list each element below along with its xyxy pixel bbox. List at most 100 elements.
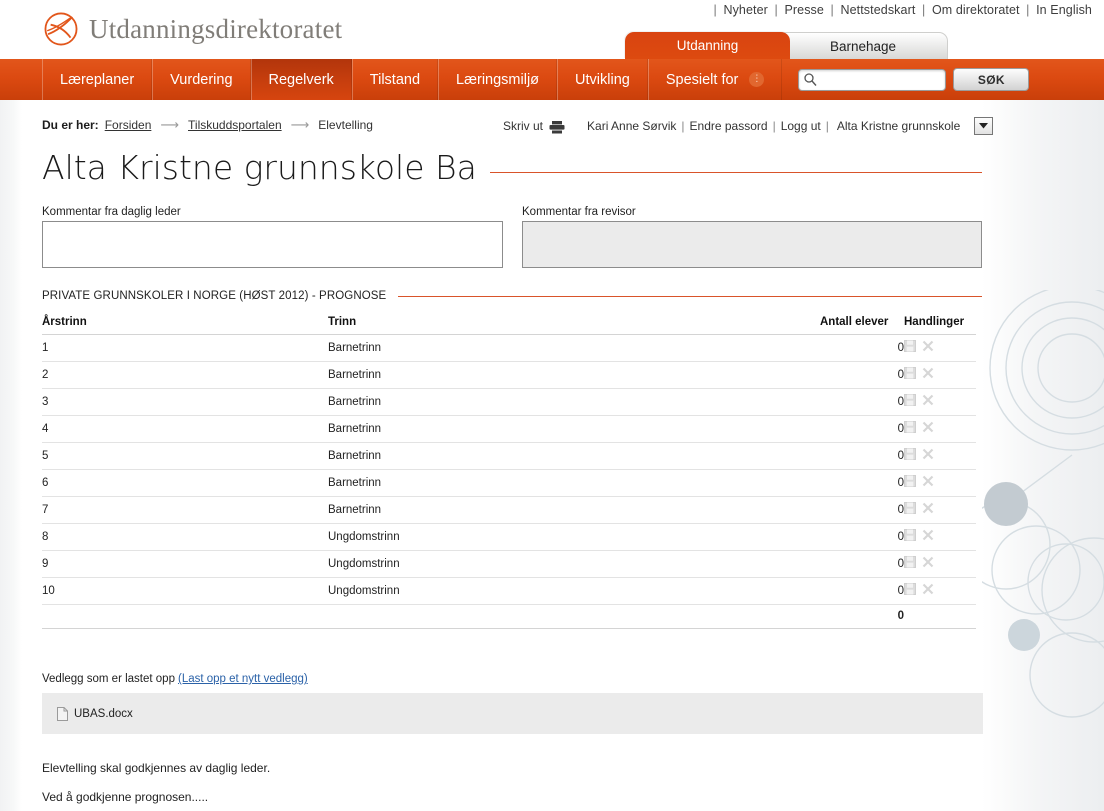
attachments-heading-row: Vedlegg som er lastet opp (Last opp et ny… [42, 673, 982, 685]
print-link[interactable]: Skriv ut [503, 119, 543, 133]
delete-x-icon[interactable] [922, 556, 934, 571]
search-input[interactable] [818, 70, 937, 89]
cell-arstrinn: 5 [42, 442, 328, 471]
delete-x-icon[interactable] [922, 583, 934, 598]
cell-handlinger [904, 577, 976, 606]
delete-x-icon[interactable] [922, 340, 934, 355]
save-floppy-icon[interactable] [904, 367, 916, 382]
account-user-name: Kari Anne Sørvik [587, 119, 677, 133]
delete-x-icon[interactable] [922, 394, 934, 409]
pipe-separator: | [1026, 3, 1030, 17]
utility-link-presse[interactable]: Presse [784, 3, 824, 17]
nav-item-laeringsmiljo[interactable]: Læringsmiljø [438, 59, 558, 100]
organization-name: Alta Kristne grunnskole [836, 119, 961, 133]
nav-item-vurdering[interactable]: Vurdering [152, 59, 251, 100]
table-row: 8 Ungdomstrinn 0 [42, 523, 976, 552]
save-floppy-icon[interactable] [904, 556, 916, 571]
save-floppy-icon[interactable] [904, 475, 916, 490]
table-row: 9 Ungdomstrinn 0 [42, 550, 976, 579]
delete-x-icon[interactable] [922, 475, 934, 490]
table-row: 10 Ungdomstrinn 0 [42, 577, 976, 606]
total-spacer-handlinger [904, 604, 976, 630]
cell-arstrinn: 9 [42, 550, 328, 579]
cell-antall-elever: 0 [820, 577, 904, 606]
cell-antall-elever: 0 [820, 415, 904, 444]
table-row: 2 Barnetrinn 0 [42, 361, 976, 390]
search-submit-button[interactable]: SØK [953, 68, 1030, 91]
cell-handlinger [904, 442, 976, 471]
main-navigation: Læreplaner Vurdering Regelverk Tilstand … [0, 59, 1104, 100]
search-box[interactable] [798, 68, 947, 91]
organization-selector[interactable]: Alta Kristne grunnskole [837, 117, 993, 135]
cell-arstrinn: 7 [42, 496, 328, 525]
breadcrumb-link-tilskuddsportalen[interactable]: Tilskuddsportalen [188, 118, 282, 132]
total-antall-elever: 0 [820, 604, 904, 630]
total-spacer-arstrinn [42, 604, 328, 630]
pipe-separator: | [713, 3, 717, 17]
save-floppy-icon[interactable] [904, 502, 916, 517]
nav-item-spesielt-for[interactable]: Spesielt for ⋮ [647, 59, 783, 100]
attachment-list-item[interactable]: UBAS.docx [42, 693, 983, 735]
cell-arstrinn: 10 [42, 577, 328, 606]
udir-circle-logo-icon [44, 12, 78, 46]
logout-link[interactable]: Logg ut [781, 119, 821, 133]
cell-arstrinn: 4 [42, 415, 328, 444]
printer-icon[interactable] [549, 120, 565, 133]
site-logo[interactable]: Utdanningsdirektoratet [42, 10, 342, 48]
delete-x-icon[interactable] [922, 448, 934, 463]
footer-note-1: Elevtelling skal godkjennes av daglig le… [42, 761, 271, 776]
account-bar: Skriv ut Kari Anne Sørvik | Endre passor… [503, 117, 993, 135]
delete-x-icon[interactable] [922, 421, 934, 436]
nav-item-tilstand[interactable]: Tilstand [351, 59, 439, 100]
table-row: 5 Barnetrinn 0 [42, 442, 976, 471]
cell-trinn: Barnetrinn [328, 361, 820, 390]
site-logo-text: Utdanningsdirektoratet [89, 13, 343, 44]
table-row: 4 Barnetrinn 0 [42, 415, 976, 444]
delete-x-icon[interactable] [922, 529, 934, 544]
pipe-separator: | [681, 119, 685, 133]
save-floppy-icon[interactable] [904, 448, 916, 463]
cell-trinn: Barnetrinn [328, 496, 820, 525]
table-row: 1 Barnetrinn 0 [42, 334, 976, 363]
comment-revisor-label: Kommentar fra revisor [522, 206, 636, 219]
table-section-title: PRIVATE GRUNNSKOLER I NORGE (HØST 2012) … [42, 290, 387, 303]
utility-link-om-direktoratet[interactable]: Om direktoratet [932, 3, 1020, 17]
nav-item-laereplaner[interactable]: Læreplaner [42, 59, 153, 100]
cell-handlinger [904, 469, 976, 498]
save-floppy-icon[interactable] [904, 394, 916, 409]
change-password-link[interactable]: Endre passord [690, 119, 768, 133]
page-title: Alta Kristne grunnskole Ba [42, 148, 477, 187]
search-area: SØK [798, 59, 1030, 100]
comment-revisor-field: Kommentar fra revisor [522, 206, 982, 273]
save-floppy-icon[interactable] [904, 421, 916, 436]
attachments-heading: Vedlegg som er lastet opp [42, 673, 175, 686]
utility-link-nyheter[interactable]: Nyheter [723, 3, 767, 17]
save-floppy-icon[interactable] [904, 340, 916, 355]
comment-revisor-input [522, 221, 982, 269]
chevron-down-icon[interactable] [973, 117, 993, 135]
nav-item-regelverk[interactable]: Regelverk [250, 59, 352, 100]
cell-antall-elever: 0 [820, 388, 904, 417]
delete-x-icon[interactable] [922, 367, 934, 382]
save-floppy-icon[interactable] [904, 583, 916, 598]
utility-link-nettstedskart[interactable]: Nettstedskart [840, 3, 915, 17]
upload-attachment-link[interactable]: (Last opp et nytt vedlegg) [178, 673, 308, 685]
cell-arstrinn: 1 [42, 334, 328, 363]
cell-antall-elever: 0 [820, 469, 904, 498]
breadcrumb-link-forsiden[interactable]: Forsiden [105, 118, 152, 132]
cell-trinn: Ungdomstrinn [328, 523, 820, 552]
pipe-separator: | [922, 3, 926, 17]
delete-x-icon[interactable] [922, 502, 934, 517]
tab-utdanning[interactable]: Utdanning [625, 32, 790, 59]
utility-link-in-english[interactable]: In English [1036, 3, 1092, 17]
tab-barnehage[interactable]: Barnehage [778, 32, 948, 59]
cell-arstrinn: 3 [42, 388, 328, 417]
cell-handlinger [904, 550, 976, 579]
cell-handlinger [904, 496, 976, 525]
comment-daglig-leder-input[interactable] [42, 221, 503, 269]
table-section-header: PRIVATE GRUNNSKOLER I NORGE (HØST 2012) … [42, 290, 982, 302]
nav-left-spacer [0, 59, 42, 100]
nav-item-utvikling[interactable]: Utvikling [557, 59, 648, 100]
save-floppy-icon[interactable] [904, 529, 916, 544]
cell-antall-elever: 0 [820, 523, 904, 552]
